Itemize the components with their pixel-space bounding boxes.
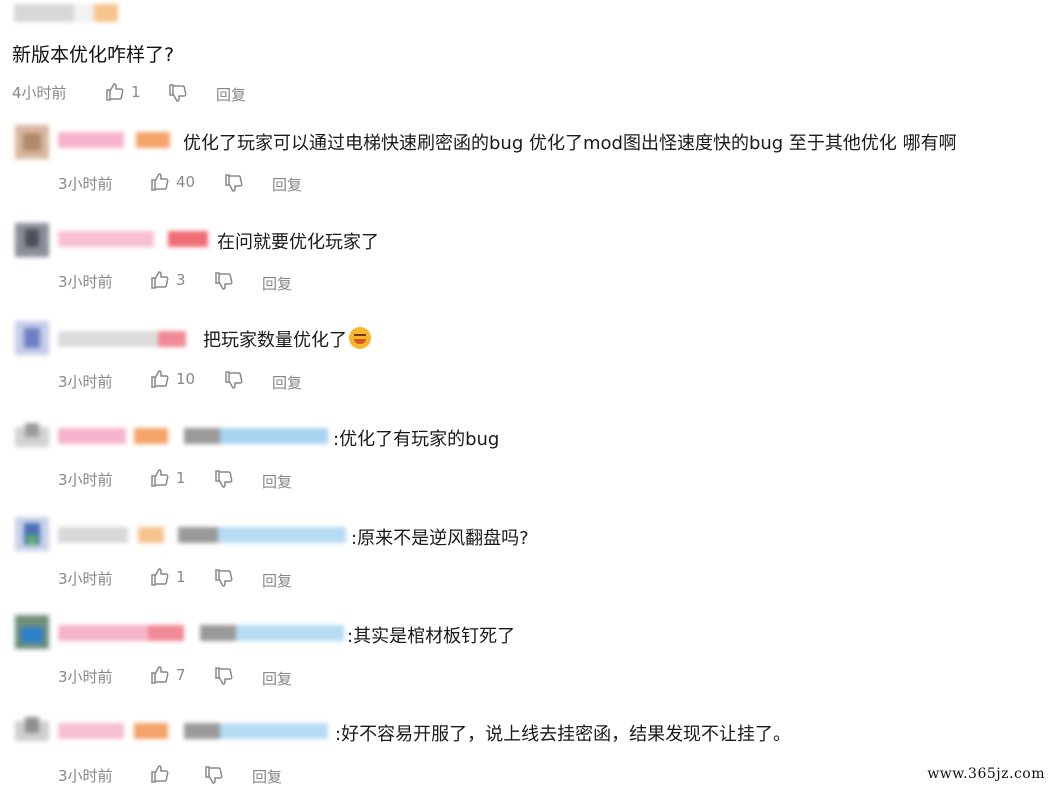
post-like-count: 1 xyxy=(131,83,141,101)
thumbs-down-icon[interactable] xyxy=(224,173,244,193)
site-watermark: www.365jz.com xyxy=(927,766,1045,782)
avatar[interactable] xyxy=(15,419,49,453)
post-reply-button[interactable]: 回复 xyxy=(216,84,246,105)
comment-username[interactable] xyxy=(58,428,328,444)
avatar[interactable] xyxy=(15,713,49,747)
comment-text: :好不容易开服了，说上线去挂密函，结果发现不让挂了。 xyxy=(335,724,792,745)
comment-like-count: 10 xyxy=(176,370,196,388)
comment-time: 3小时前 xyxy=(58,175,113,193)
thumbs-up-icon[interactable] xyxy=(150,567,170,587)
avatar[interactable] xyxy=(15,321,49,355)
comment-username[interactable] xyxy=(58,625,344,641)
comment-text: 在问就要优化玩家了 xyxy=(217,232,379,253)
comment-username[interactable] xyxy=(58,331,186,347)
thumbs-up-icon[interactable] xyxy=(150,270,170,290)
comment-text: :优化了有玩家的bug xyxy=(333,429,500,450)
comment-text-content: 把玩家数量优化了 xyxy=(203,330,347,351)
comment-like-count: 1 xyxy=(176,469,186,487)
comment-time: 3小时前 xyxy=(58,767,113,785)
comment-like-count: 3 xyxy=(176,271,186,289)
comment-reply-button[interactable]: 回复 xyxy=(262,273,292,294)
post-time: 4小时前 xyxy=(12,84,67,102)
thumbs-down-icon[interactable] xyxy=(168,83,188,103)
post-title: 新版本优化咋样了? xyxy=(12,44,175,66)
comment-time: 3小时前 xyxy=(58,373,113,391)
comment-username[interactable] xyxy=(58,527,346,543)
avatar[interactable] xyxy=(15,615,49,649)
thumbs-up-icon[interactable] xyxy=(150,468,170,488)
thumbs-down-icon[interactable] xyxy=(214,469,234,489)
comment-username[interactable] xyxy=(58,723,328,739)
comment-reply-button[interactable]: 回复 xyxy=(262,471,292,492)
comment-text: 优化了玩家可以通过电梯快速刷密函的bug 优化了mod图出怪速度快的bug 至于… xyxy=(183,133,957,154)
comment-username[interactable] xyxy=(58,231,208,247)
comment-text: :原来不是逆风翻盘吗? xyxy=(351,528,529,549)
comment-like-count: 7 xyxy=(176,666,186,684)
comment-like-count: 40 xyxy=(176,173,196,191)
avatar[interactable] xyxy=(15,125,49,159)
comment-time: 3小时前 xyxy=(58,570,113,588)
thumbs-up-icon[interactable] xyxy=(150,369,170,389)
comment-time: 3小时前 xyxy=(58,471,113,489)
thumbs-down-icon[interactable] xyxy=(214,666,234,686)
laughing-crying-emoji-icon xyxy=(349,327,371,349)
comment-reply-button[interactable]: 回复 xyxy=(272,174,302,195)
avatar[interactable] xyxy=(15,223,49,257)
comment-reply-button[interactable]: 回复 xyxy=(262,668,292,689)
thumbs-up-icon[interactable] xyxy=(105,82,125,102)
comment-text: :其实是棺材板钉死了 xyxy=(347,626,516,647)
comment-text: 把玩家数量优化了 xyxy=(203,326,371,352)
avatar[interactable] xyxy=(15,517,49,551)
thumbs-down-icon[interactable] xyxy=(224,370,244,390)
comment-reply-button[interactable]: 回复 xyxy=(252,766,282,787)
comment-reply-button[interactable]: 回复 xyxy=(262,570,292,591)
thumbs-up-icon[interactable] xyxy=(150,665,170,685)
comment-reply-button[interactable]: 回复 xyxy=(272,372,302,393)
comment-username[interactable] xyxy=(58,132,170,148)
thumbs-down-icon[interactable] xyxy=(204,765,224,785)
comment-time: 3小时前 xyxy=(58,273,113,291)
thumbs-down-icon[interactable] xyxy=(214,271,234,291)
thumbs-down-icon[interactable] xyxy=(214,568,234,588)
thumbs-up-icon[interactable] xyxy=(150,172,170,192)
thumbs-up-icon[interactable] xyxy=(150,764,170,784)
comment-like-count: 1 xyxy=(176,568,186,586)
post-author-username[interactable] xyxy=(14,4,118,22)
comment-time: 3小时前 xyxy=(58,668,113,686)
